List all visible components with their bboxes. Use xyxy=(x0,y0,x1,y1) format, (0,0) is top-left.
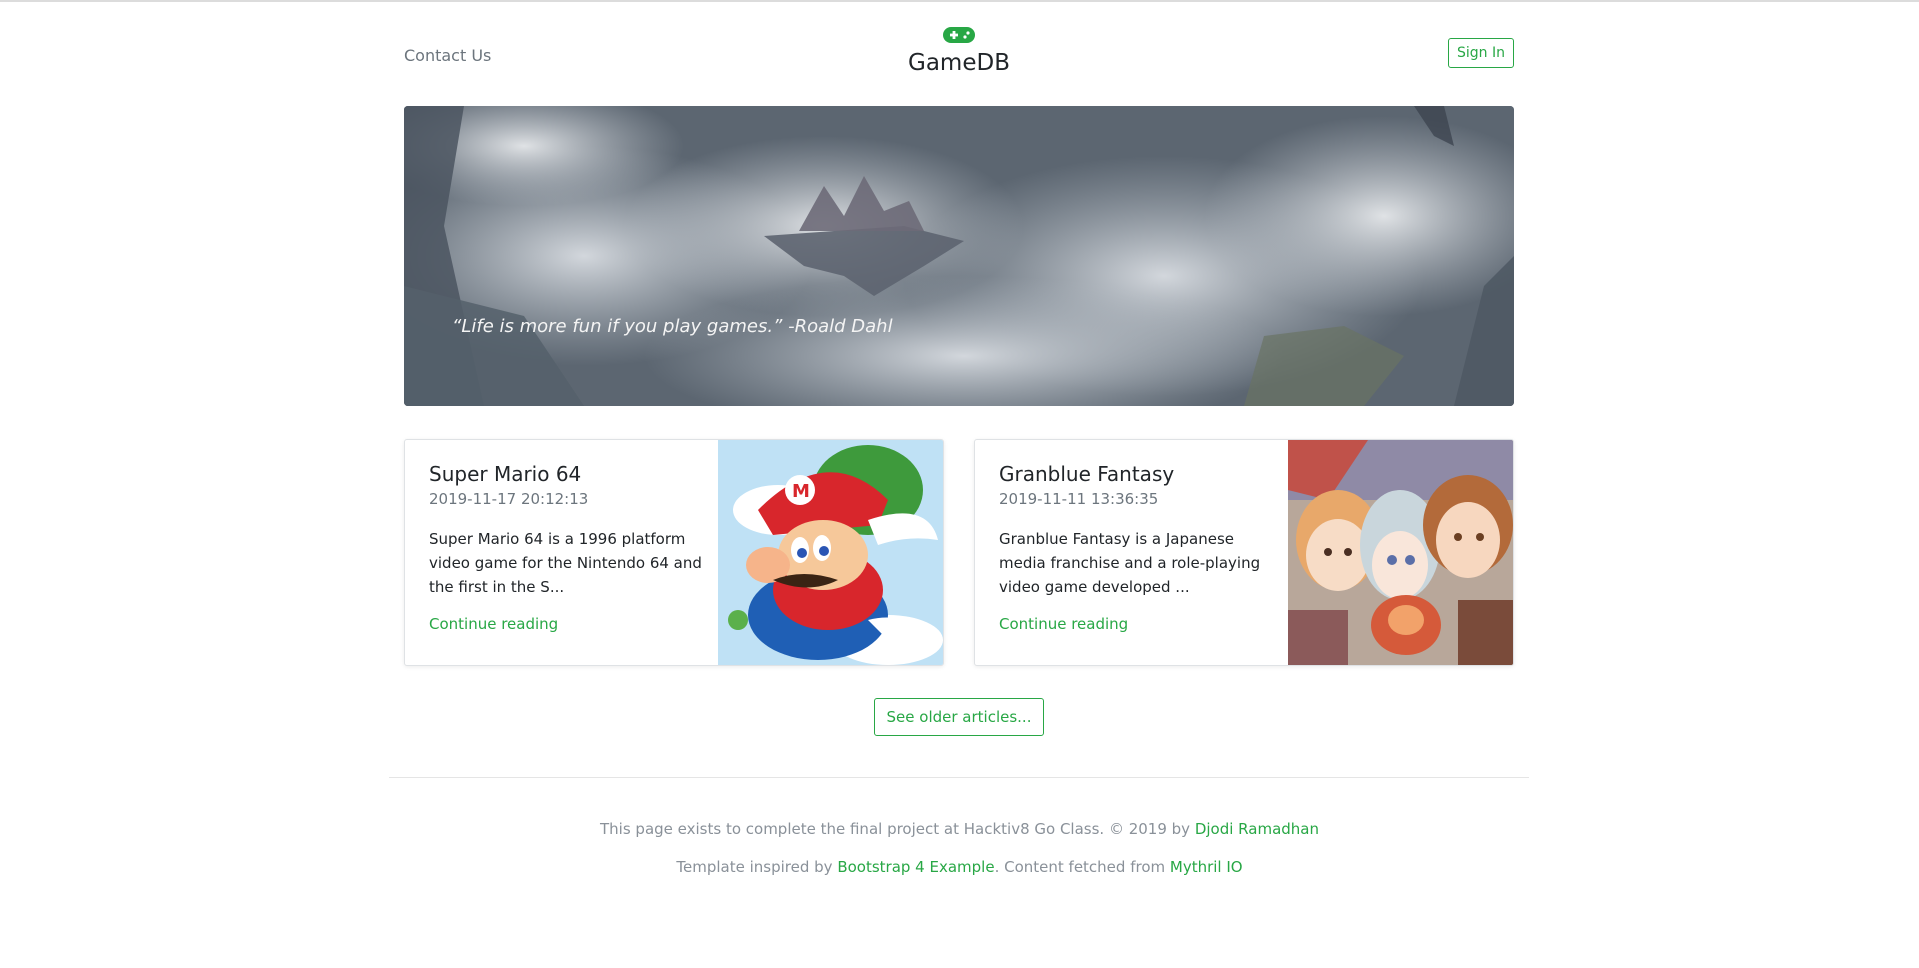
footer-credit-text: This page exists to complete the final p… xyxy=(600,820,1195,838)
continue-reading-link[interactable]: Continue reading xyxy=(999,615,1128,633)
footer-template-text: Template inspired by xyxy=(676,858,838,876)
card-body: Granblue Fantasy 2019-11-11 13:36:35 Gra… xyxy=(999,462,1279,633)
brand: GameDB xyxy=(404,26,1514,76)
article-title: Super Mario 64 xyxy=(429,462,582,486)
bootstrap-example-link[interactable]: Bootstrap 4 Example xyxy=(837,858,994,876)
article-cards: Super Mario 64 2019-11-17 20:12:13 Super… xyxy=(404,439,1514,666)
hero-background-image xyxy=(404,106,1514,406)
brand-title[interactable]: GameDB xyxy=(404,50,1514,76)
site-header: Contact Us GameDB Sign In xyxy=(404,0,1514,106)
hero-quote: “Life is more fun if you play games.” -R… xyxy=(452,316,893,337)
footer-line-1: This page exists to complete the final p… xyxy=(0,820,1919,838)
gamepad-icon xyxy=(943,27,975,43)
article-excerpt: Granblue Fantasy is a Japanese media fra… xyxy=(999,530,1261,596)
article-card: Granblue Fantasy 2019-11-11 13:36:35 Gra… xyxy=(974,439,1514,666)
continue-reading-link[interactable]: Continue reading xyxy=(429,615,558,633)
granblue-fantasy-thumbnail[interactable] xyxy=(1288,440,1513,665)
main-container: Contact Us GameDB Sign In “Life is more … xyxy=(404,0,1514,736)
author-link[interactable]: Djodi Ramadhan xyxy=(1195,820,1319,838)
svg-text:M: M xyxy=(792,481,810,502)
article-title: Granblue Fantasy xyxy=(999,462,1175,486)
article-card: Super Mario 64 2019-11-17 20:12:13 Super… xyxy=(404,439,944,666)
article-date: 2019-11-17 20:12:13 xyxy=(429,490,589,508)
older-articles-wrap: See older articles... xyxy=(404,698,1514,736)
footer-line-2: Template inspired by Bootstrap 4 Example… xyxy=(0,858,1919,876)
card-body: Super Mario 64 2019-11-17 20:12:13 Super… xyxy=(429,462,709,633)
article-date: 2019-11-11 13:36:35 xyxy=(999,490,1159,508)
sign-in-button[interactable]: Sign In xyxy=(1448,38,1514,68)
super-mario-thumbnail[interactable]: M xyxy=(718,440,943,665)
see-older-articles-button[interactable]: See older articles... xyxy=(873,698,1045,736)
mythril-io-link[interactable]: Mythril IO xyxy=(1170,858,1243,876)
article-excerpt: Super Mario 64 is a 1996 platform video … xyxy=(429,530,702,596)
site-footer: This page exists to complete the final p… xyxy=(0,820,1919,896)
hero-banner: “Life is more fun if you play games.” -R… xyxy=(404,106,1514,406)
footer-content-text: . Content fetched from xyxy=(994,858,1170,876)
footer-divider xyxy=(389,777,1529,778)
